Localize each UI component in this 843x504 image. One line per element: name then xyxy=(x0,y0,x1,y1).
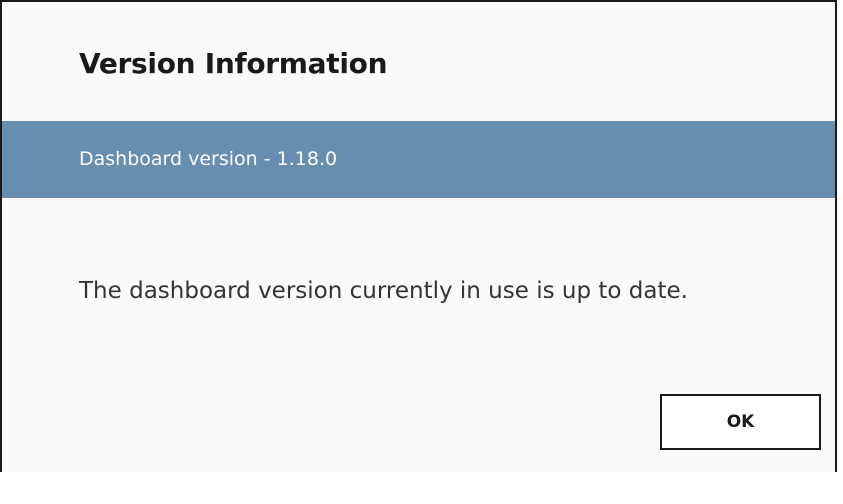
version-info-dialog: Version Information Dashboard version - … xyxy=(0,0,837,472)
ok-button[interactable]: OK xyxy=(660,394,821,450)
dashboard-version-label: Dashboard version - 1.18.0 xyxy=(79,148,338,170)
version-banner: Dashboard version - 1.18.0 xyxy=(2,121,835,198)
dialog-title: Version Information xyxy=(79,47,388,80)
up-to-date-message: The dashboard version currently in use i… xyxy=(79,278,688,304)
